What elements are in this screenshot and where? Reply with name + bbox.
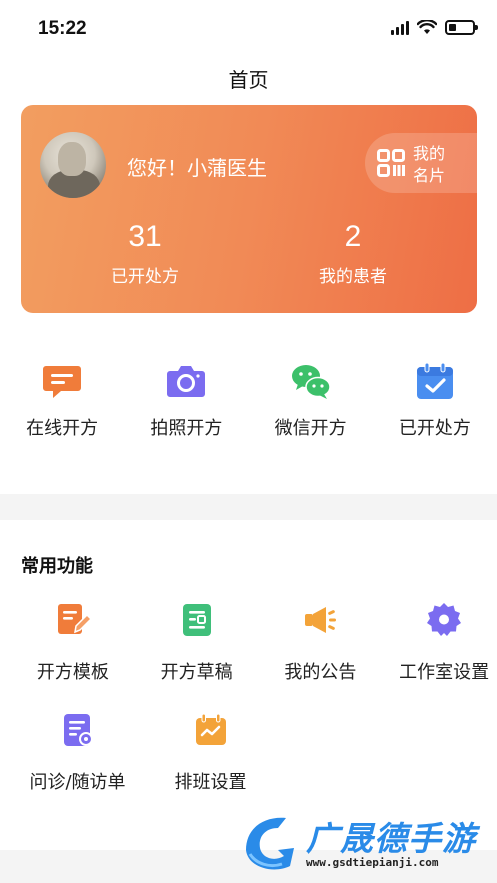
- watermark-logo: [246, 817, 294, 870]
- status-icons: [391, 20, 478, 35]
- stat-prescriptions[interactable]: 31 已开处方: [70, 220, 220, 287]
- quick-photo-prescription[interactable]: 拍照开方: [124, 360, 248, 440]
- func-prescription-draft[interactable]: 开方草稿: [144, 602, 250, 712]
- battery-icon: [445, 20, 478, 35]
- watermark-url: www.gsdtiepianji.com: [306, 856, 439, 869]
- quick-wechat-prescription[interactable]: 微信开方: [249, 360, 373, 440]
- quick-action-label: 已开处方: [398, 418, 471, 439]
- edit-document-icon: [57, 604, 91, 634]
- stat-value: 31: [128, 220, 162, 253]
- watermark-text: 广晟德手游: [306, 819, 476, 858]
- quick-actions: 在线开方 拍照开方 微信开方 已开处方: [0, 360, 497, 440]
- draft-icon: [182, 604, 211, 636]
- qr-code-icon: [377, 149, 405, 177]
- func-prescription-template[interactable]: 开方模板: [20, 602, 126, 712]
- section-divider: [0, 494, 497, 520]
- calendar-check-icon: [416, 362, 453, 399]
- stat-patients[interactable]: 2 我的患者: [278, 220, 428, 287]
- form-settings-icon: [63, 714, 93, 746]
- section-title-common: 常用功能: [21, 556, 93, 577]
- quick-online-prescription[interactable]: 在线开方: [0, 360, 124, 440]
- quick-action-label: 在线开方: [26, 418, 99, 439]
- func-my-announcements[interactable]: 我的公告: [268, 602, 374, 712]
- status-bar: 15:22: [0, 0, 497, 58]
- stat-value: 2: [344, 220, 362, 253]
- greeting-text: 您好！小蒲医生: [127, 156, 267, 180]
- camera-icon: [167, 366, 206, 397]
- quick-action-label: 拍照开方: [150, 418, 223, 439]
- megaphone-icon: [305, 607, 337, 633]
- function-label: 开方草稿: [160, 662, 233, 683]
- avatar[interactable]: [40, 132, 106, 198]
- signal-icon: [391, 20, 409, 35]
- quick-issued-prescriptions[interactable]: 已开处方: [373, 360, 497, 440]
- my-card-label: 我的 名片: [413, 144, 446, 185]
- watermark: 广晟德手游 www.gsdtiepianji.com: [238, 810, 497, 880]
- page-title: 首页: [228, 68, 269, 92]
- func-schedule-settings[interactable]: 排班设置: [153, 712, 268, 822]
- function-label: 我的公告: [284, 662, 357, 683]
- wifi-icon: [417, 20, 437, 34]
- wechat-icon: [291, 365, 331, 399]
- chat-message-icon: [43, 366, 82, 398]
- schedule-icon: [195, 713, 226, 745]
- stat-label: 我的患者: [319, 267, 387, 287]
- func-studio-settings[interactable]: 工作室设置: [391, 602, 497, 712]
- profile-card: 您好！小蒲医生 我的 名片 31 已开处方 2 我的患者: [21, 105, 477, 313]
- stat-label: 已开处方: [111, 267, 179, 287]
- func-consultation-followup[interactable]: 问诊/随访单: [20, 712, 135, 822]
- common-functions-grid: 开方模板 开方草稿 我的公告 工作室设置 问诊/随访单 排班设置: [0, 602, 497, 822]
- function-label: 开方模板: [36, 662, 109, 683]
- quick-action-label: 微信开方: [274, 418, 347, 439]
- my-card-button[interactable]: 我的 名片: [365, 133, 477, 193]
- gear-icon: [427, 603, 462, 636]
- battery-level: [449, 24, 456, 31]
- function-label: 排班设置: [174, 772, 247, 793]
- function-label: 工作室设置: [399, 662, 490, 683]
- status-time: 15:22: [38, 18, 87, 39]
- function-label: 问诊/随访单: [29, 772, 126, 793]
